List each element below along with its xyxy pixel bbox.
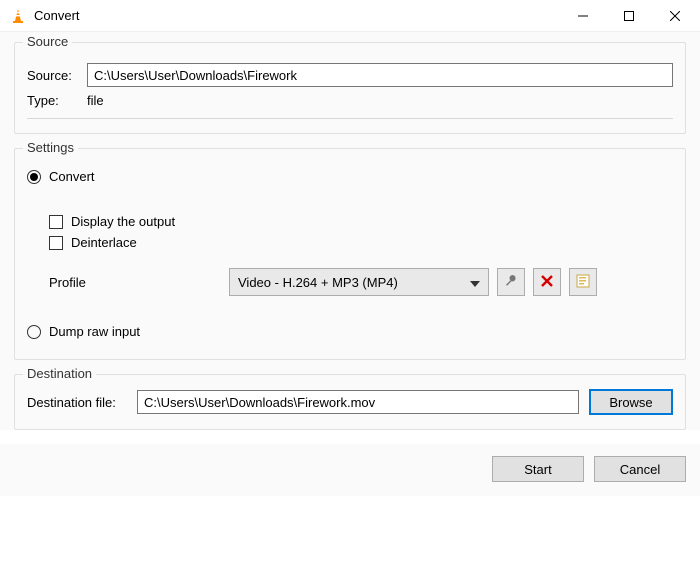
type-value: file: [87, 93, 104, 108]
delete-x-icon: [541, 275, 553, 290]
window-title: Convert: [34, 8, 560, 23]
browse-button-label: Browse: [609, 395, 652, 410]
settings-legend: Settings: [23, 140, 78, 155]
radio-unselected-icon: [27, 325, 41, 339]
maximize-button[interactable]: [606, 0, 652, 32]
deinterlace-checkbox[interactable]: Deinterlace: [49, 235, 673, 250]
cancel-button-label: Cancel: [620, 462, 660, 477]
settings-group: Settings Convert Display the output Dein…: [14, 148, 686, 360]
source-input[interactable]: [87, 63, 673, 87]
checkbox-unchecked-icon: [49, 215, 63, 229]
minimize-button[interactable]: [560, 0, 606, 32]
new-profile-icon: [576, 274, 590, 291]
source-divider: [27, 118, 673, 119]
destination-group: Destination Destination file: Browse: [14, 374, 686, 430]
destination-file-label: Destination file:: [27, 395, 137, 410]
destination-file-input[interactable]: [137, 390, 579, 414]
new-profile-button[interactable]: [569, 268, 597, 296]
checkbox-unchecked-icon: [49, 236, 63, 250]
chevron-down-icon: [470, 275, 480, 290]
start-button[interactable]: Start: [492, 456, 584, 482]
profile-select-value: Video - H.264 + MP3 (MP4): [238, 275, 398, 290]
wrench-icon: [504, 274, 518, 291]
vlc-cone-icon: [10, 8, 26, 24]
cancel-button[interactable]: Cancel: [594, 456, 686, 482]
browse-button[interactable]: Browse: [589, 389, 673, 415]
source-label: Source:: [27, 68, 87, 83]
profile-label: Profile: [49, 275, 229, 290]
start-button-label: Start: [524, 462, 551, 477]
display-output-label: Display the output: [71, 214, 175, 229]
type-label: Type:: [27, 93, 87, 108]
titlebar: Convert: [0, 0, 700, 32]
close-button[interactable]: [652, 0, 698, 32]
source-group: Source Source: Type: file: [14, 42, 686, 134]
dump-raw-label: Dump raw input: [49, 324, 140, 339]
profile-select[interactable]: Video - H.264 + MP3 (MP4): [229, 268, 489, 296]
convert-radio-label: Convert: [49, 169, 95, 184]
deinterlace-label: Deinterlace: [71, 235, 137, 250]
dialog-footer: Start Cancel: [0, 444, 700, 496]
dump-raw-radio[interactable]: Dump raw input: [27, 324, 673, 339]
radio-selected-icon: [27, 170, 41, 184]
edit-profile-button[interactable]: [497, 268, 525, 296]
source-legend: Source: [23, 34, 72, 49]
destination-legend: Destination: [23, 366, 96, 381]
convert-radio[interactable]: Convert: [27, 169, 673, 184]
display-output-checkbox[interactable]: Display the output: [49, 214, 673, 229]
delete-profile-button[interactable]: [533, 268, 561, 296]
